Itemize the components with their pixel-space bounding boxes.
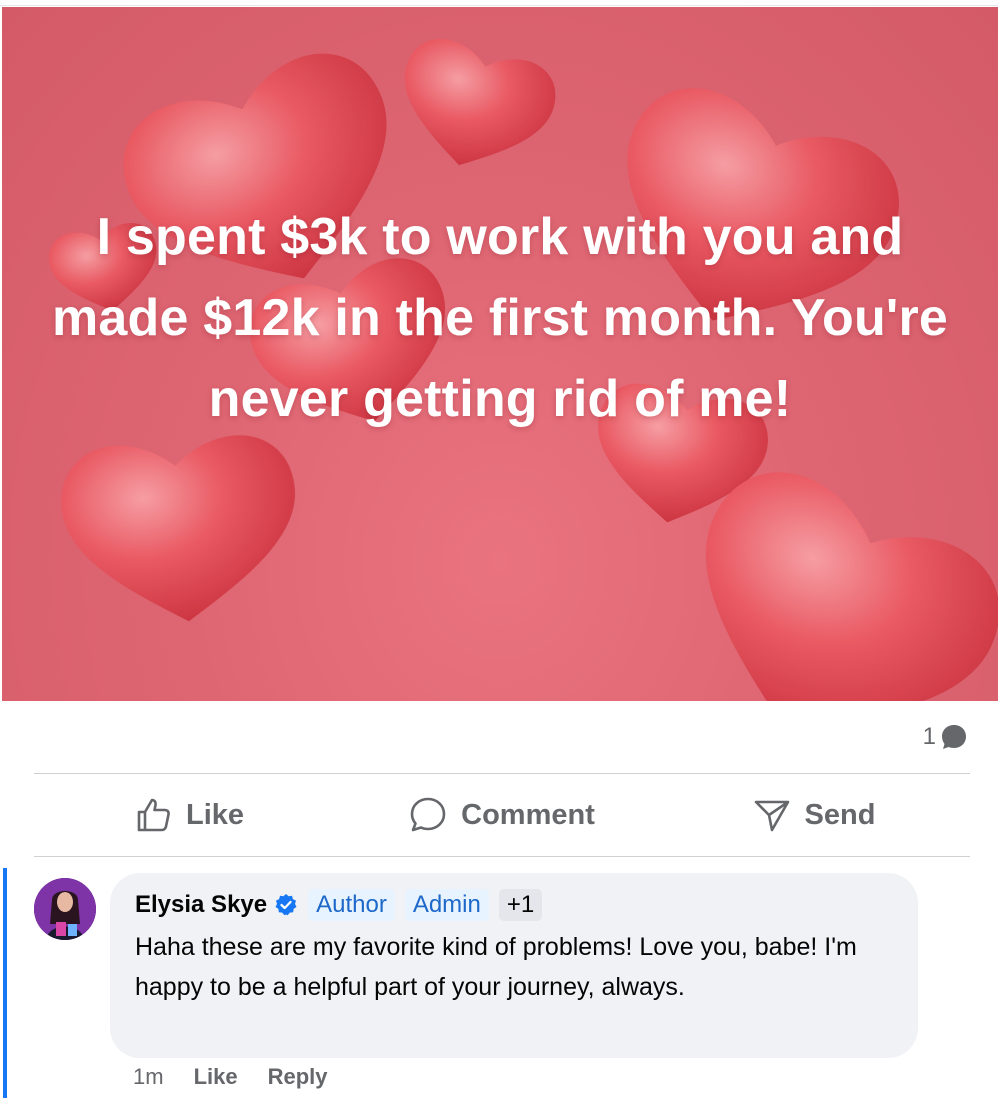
comment-count-number: 1 (922, 723, 936, 750)
thumbs-up-icon (137, 798, 170, 832)
comment-like-button[interactable]: Like (194, 1064, 238, 1090)
author-name[interactable]: Elysia Skye (135, 891, 267, 919)
badge-more[interactable]: +1 (498, 889, 543, 921)
badge-admin[interactable]: Admin (404, 889, 489, 921)
badge-author[interactable]: Author (308, 889, 395, 921)
comment-header: Elysia Skye Author Admin +1 (135, 887, 543, 923)
verified-badge-icon (274, 893, 298, 917)
send-label: Send (804, 798, 876, 831)
divider-bottom (34, 856, 970, 857)
post-image-text: I spent $3k to work with you and made $1… (51, 208, 949, 428)
comment-icon (410, 797, 446, 832)
post-stats: 1 (34, 715, 970, 761)
top-border (0, 0, 998, 6)
send-button[interactable]: Send (658, 774, 970, 856)
comment-text: Haha these are my favorite kind of probl… (135, 933, 857, 1001)
comment-bubble-icon (942, 725, 966, 749)
comment-meta: 1m Like Reply (133, 1064, 328, 1090)
comment-button[interactable]: Comment (346, 774, 658, 856)
like-button[interactable]: Like (34, 774, 346, 856)
comment-bubble: Elysia Skye Author Admin +1 Haha these a… (110, 873, 918, 1058)
comment-item: Elysia Skye Author Admin +1 Haha these a… (0, 858, 998, 1098)
comment-label: Comment (461, 798, 595, 831)
comment-count[interactable]: 1 (923, 723, 968, 751)
send-icon (754, 800, 789, 832)
highlight-bar (3, 868, 7, 1098)
avatar[interactable] (34, 878, 96, 940)
like-label: Like (185, 798, 245, 831)
post-actions: Like Comment Send (34, 774, 970, 856)
post-image[interactable]: I spent $3k to work with you and made $1… (2, 7, 998, 701)
comment-reply-button[interactable]: Reply (268, 1064, 328, 1090)
comment-time[interactable]: 1m (133, 1064, 164, 1090)
profile-photo (34, 878, 96, 940)
